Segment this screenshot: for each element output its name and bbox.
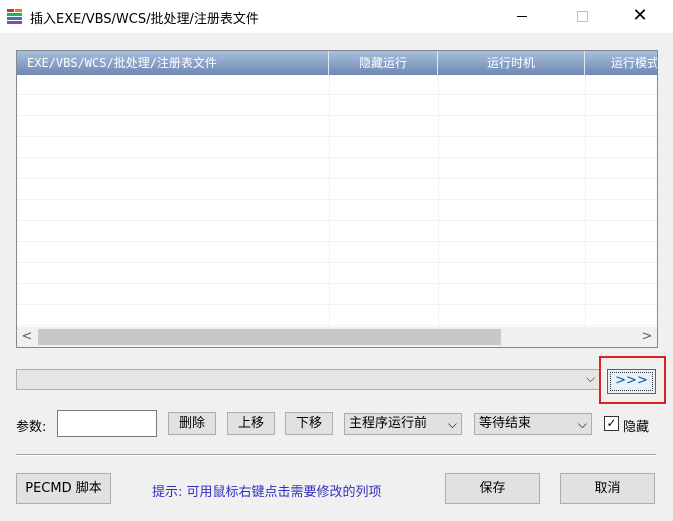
params-input[interactable]: [57, 410, 157, 437]
scrollbar-thumb[interactable]: [38, 329, 501, 345]
scroll-right-icon[interactable]: >: [637, 327, 657, 347]
table-row[interactable]: [17, 117, 657, 137]
column-header-mode[interactable]: 运行模式: [585, 51, 657, 75]
table-row[interactable]: [17, 201, 657, 221]
table-row[interactable]: [17, 138, 657, 158]
column-divider: [585, 75, 586, 327]
column-header-file[interactable]: EXE/VBS/WCS/批处理/注册表文件: [17, 51, 329, 75]
list-body[interactable]: [17, 75, 657, 327]
hide-checkbox[interactable]: ✓: [604, 416, 619, 431]
close-icon: ✕: [632, 5, 648, 26]
minimize-icon: [517, 15, 527, 17]
move-up-button[interactable]: 上移: [227, 412, 275, 435]
column-divider: [438, 75, 439, 327]
chevron-down-icon: ⌵: [577, 417, 587, 431]
table-row[interactable]: [17, 180, 657, 200]
delete-button[interactable]: 删除: [168, 412, 216, 435]
focus-rect: [610, 372, 653, 391]
title-bar: 插入EXE/VBS/WCS/批处理/注册表文件 ✕: [0, 0, 673, 33]
file-path-combobox[interactable]: ⌵: [16, 369, 600, 390]
table-row[interactable]: [17, 306, 657, 326]
run-timing-select[interactable]: 主程序运行前 ⌵: [344, 413, 462, 435]
table-row[interactable]: [17, 285, 657, 305]
save-button[interactable]: 保存: [445, 473, 540, 504]
close-button[interactable]: ✕: [617, 0, 663, 32]
run-timing-value: 主程序运行前: [349, 416, 428, 431]
list-header: EXE/VBS/WCS/批处理/注册表文件 隐藏运行 运行时机 运行模式: [17, 51, 657, 75]
run-mode-select[interactable]: 等待结束 ⌵: [474, 413, 592, 435]
minimize-button[interactable]: [499, 0, 545, 32]
table-row[interactable]: [17, 159, 657, 179]
column-divider: [329, 75, 330, 327]
app-file-stack-icon: [7, 9, 22, 24]
table-row[interactable]: [17, 96, 657, 116]
chevron-down-icon[interactable]: ⌵: [586, 371, 595, 386]
params-label: 参数:: [16, 420, 47, 435]
browse-button[interactable]: >>>: [607, 369, 656, 394]
chevron-down-icon: ⌵: [447, 417, 457, 431]
horizontal-scrollbar[interactable]: < >: [17, 327, 657, 347]
table-row[interactable]: [17, 222, 657, 242]
run-mode-value: 等待结束: [479, 416, 532, 431]
hide-label[interactable]: 隐藏: [623, 416, 649, 435]
check-icon: ✓: [606, 416, 617, 430]
table-row[interactable]: [17, 264, 657, 284]
move-down-button[interactable]: 下移: [285, 412, 333, 435]
table-row[interactable]: [17, 243, 657, 263]
pecmd-script-button[interactable]: PECMD 脚本: [16, 473, 111, 504]
divider: [16, 454, 656, 456]
hint-text: 提示: 可用鼠标右键点击需要修改的列项: [152, 485, 382, 500]
column-header-hidden[interactable]: 隐藏运行: [329, 51, 438, 75]
column-header-timing[interactable]: 运行时机: [438, 51, 585, 75]
maximize-icon: [576, 10, 588, 22]
file-list[interactable]: EXE/VBS/WCS/批处理/注册表文件 隐藏运行 运行时机 运行模式 < >: [16, 50, 658, 348]
cancel-button[interactable]: 取消: [560, 473, 655, 504]
scroll-left-icon[interactable]: <: [17, 327, 37, 347]
table-row[interactable]: [17, 75, 657, 95]
maximize-button[interactable]: [559, 0, 605, 32]
window-title: 插入EXE/VBS/WCS/批处理/注册表文件: [30, 12, 259, 27]
